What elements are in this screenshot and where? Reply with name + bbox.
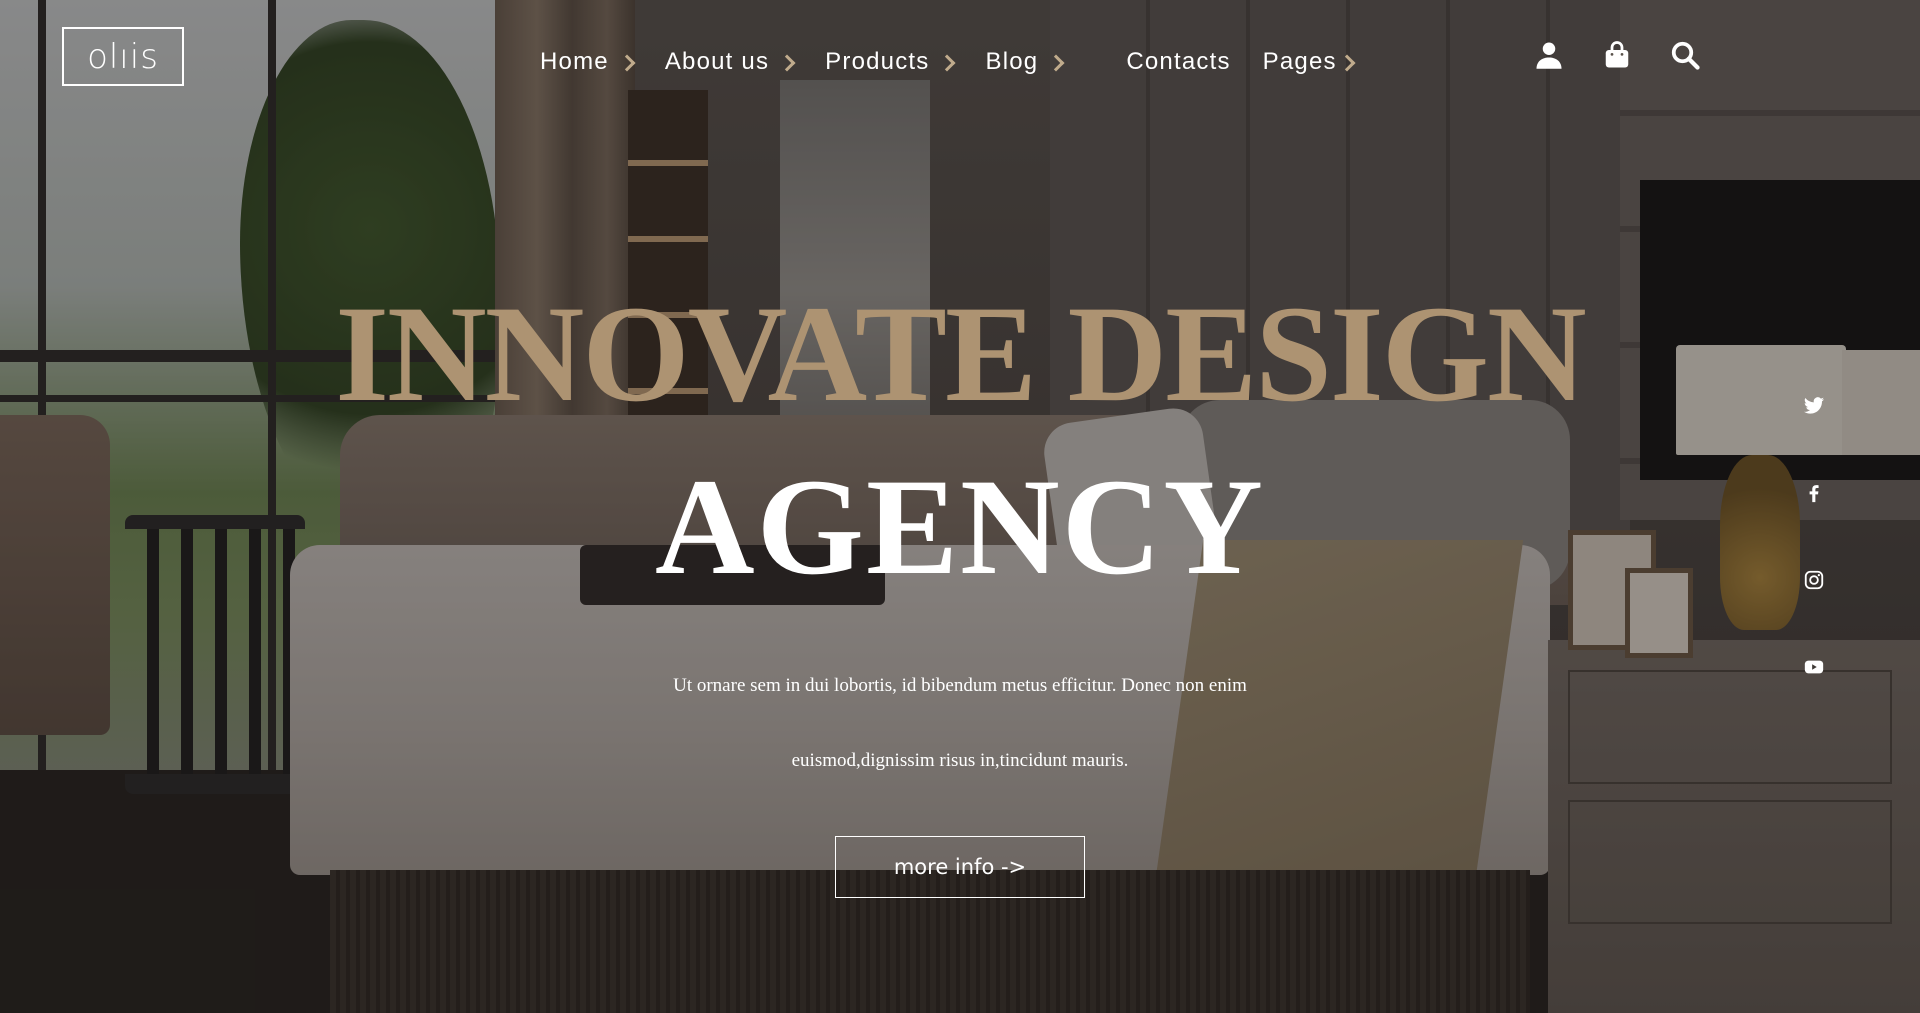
hero-subtitle: Ut ornare sem in dui lobortis, id bibend…: [560, 648, 1360, 798]
nav-item-label: Pages: [1262, 48, 1337, 75]
user-icon[interactable]: [1534, 40, 1564, 70]
nav-item-home[interactable]: Home: [540, 48, 636, 76]
twitter-icon[interactable]: [1803, 395, 1825, 417]
chevron-right-icon: [1047, 54, 1065, 72]
hero-title-line-1: INNOVATE DESIGN: [335, 277, 1586, 430]
chevron-right-icon: [618, 54, 636, 72]
nav-item-pages[interactable]: Pages: [1262, 48, 1356, 76]
nav-item-label: Blog: [985, 48, 1039, 75]
main-nav: Home About us Products Blog Contacts Pag…: [540, 48, 1385, 76]
chevron-right-icon: [778, 54, 796, 72]
instagram-icon[interactable]: [1803, 569, 1825, 591]
chevron-right-icon: [938, 54, 956, 72]
site-logo[interactable]: olıis: [62, 27, 184, 86]
nav-item-products[interactable]: Products: [825, 48, 956, 76]
social-links: [1800, 395, 1828, 743]
hero-subtitle-line-1: Ut ornare sem in dui lobortis, id bibend…: [673, 675, 1247, 696]
search-icon[interactable]: [1670, 40, 1700, 70]
shopping-bag-icon[interactable]: [1602, 40, 1632, 70]
hero-title-line-2: AGENCY: [654, 450, 1266, 603]
nav-item-blog[interactable]: Blog: [985, 48, 1065, 76]
facebook-icon[interactable]: [1803, 482, 1825, 504]
header-actions: [1534, 40, 1738, 70]
more-info-button[interactable]: more info ->: [835, 836, 1085, 898]
nav-item-label: Contacts: [1126, 48, 1231, 75]
hero-section: olıis Home About us Products Blog Contac…: [0, 0, 1920, 1013]
chevron-right-icon: [1338, 54, 1356, 72]
nav-item-label: Home: [540, 48, 609, 75]
nav-item-label: Products: [825, 48, 930, 75]
nav-item-contacts[interactable]: Contacts: [1126, 48, 1230, 76]
hero-subtitle-line-2: euismod,dignissim risus in,tincidunt mau…: [791, 750, 1129, 771]
nav-item-about-us[interactable]: About us: [664, 48, 796, 76]
nav-item-label: About us: [664, 48, 770, 75]
youtube-icon[interactable]: [1803, 656, 1825, 678]
